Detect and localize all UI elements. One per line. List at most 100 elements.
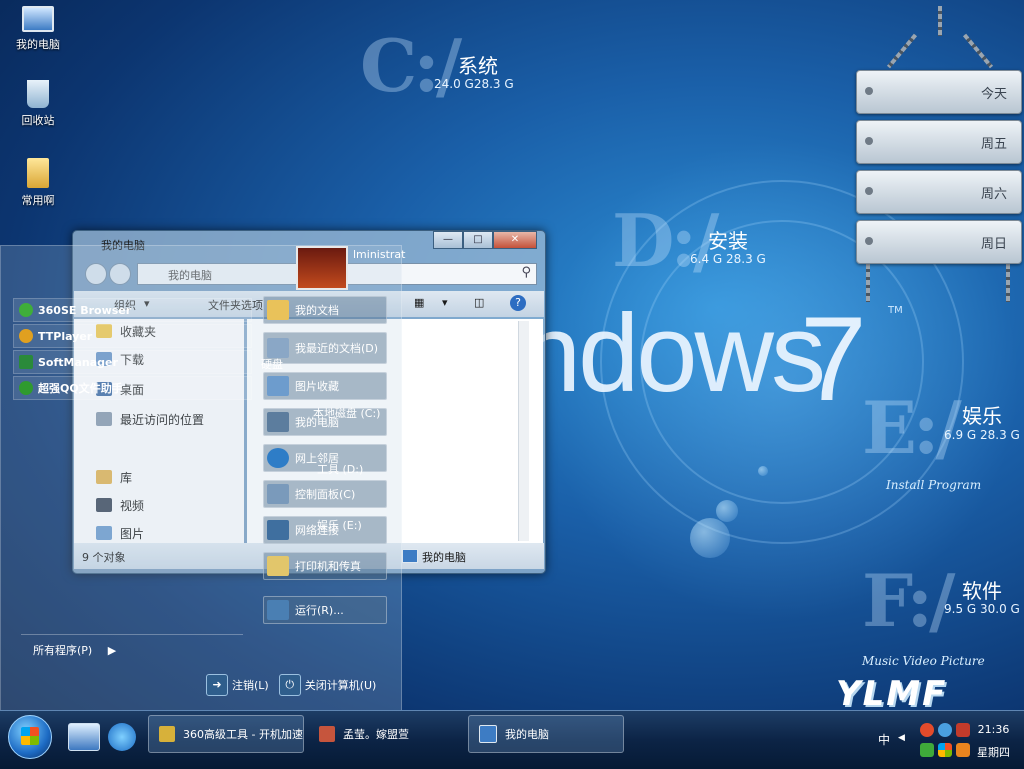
folder-icon [27,158,49,188]
calendar-label: 今天 [980,87,1007,102]
preview-pane-icon[interactable]: ◫ [474,296,484,309]
user-name: lministrat [353,248,406,261]
program-ttplayer[interactable]: TTPlayer [13,324,252,348]
shutdown-button[interactable]: ⏻ 关闭计算机(U) [278,674,376,696]
clock[interactable]: 21:36 星期四 [977,723,1010,760]
program-qq-file-helper[interactable]: 超强QQ文件助手 [13,376,252,400]
screw-icon [865,187,873,195]
hard-disk-header: 硬盘 [261,358,283,371]
run-item[interactable]: 运行(R)... [263,596,387,624]
screw-icon [865,137,873,145]
drive-c-name: 系统 [458,54,498,78]
taskbar-button-my-computer[interactable]: 我的电脑 [468,715,624,753]
power-icon: ⏻ [278,674,301,696]
drive-e-entry[interactable]: 娱乐 (E:) [317,517,362,533]
program-360se[interactable]: 360SE Browser [13,298,252,322]
vertical-scrollbar[interactable] [518,321,529,541]
windows-logo-icon [21,727,39,745]
logoff-button[interactable]: ➜ 注销(L) [206,674,269,696]
taskbar-button-chat[interactable]: 孟莹。嫁盟萱 [308,715,464,753]
view-dropdown-icon[interactable]: ▾ [442,296,448,309]
view-icon[interactable]: ▦ [414,296,424,309]
trademark: TM [888,305,903,316]
show-desktop-icon[interactable] [68,723,100,751]
control-panel-item[interactable]: 控制面板(C) [263,480,387,508]
drive-c-entry[interactable]: 本地磁盘 (C:) [313,405,380,421]
calendar-label: 周六 [980,187,1007,202]
network-icon [267,520,289,540]
windows7-wordmark: ndows [520,292,826,415]
qq-icon[interactable] [920,723,934,737]
drive-c-glyph: C:/ [360,23,462,108]
pinned-programs: 360SE Browser TTPlayer SoftManager 超强QQ文… [7,296,252,402]
calendar-label: 周日 [980,237,1007,252]
divider [21,634,243,635]
screw-icon [865,237,873,245]
tree-icon [19,381,33,395]
user-avatar[interactable] [296,246,348,290]
internet-explorer-icon[interactable] [108,723,136,751]
printer-icon [267,556,289,576]
360-shield-icon[interactable] [920,743,934,757]
windows-flag-icon[interactable] [938,743,952,757]
calendar-today: 今天 [856,70,1022,114]
power-row: ➜ 注销(L) ⏻ 关闭计算机(U) [206,674,376,696]
search-icon: ⚲ [521,265,531,280]
recent-documents-icon [267,338,289,358]
calendar-friday: 周五 [856,120,1022,164]
pictures-icon [267,376,289,396]
help-icon[interactable]: ? [510,295,526,311]
drive-d-glyph: D:/ [612,198,719,283]
install-caption: Install Program [886,478,982,492]
shield-icon [159,726,175,742]
drive-f[interactable]: F:/ 软件 9.5 G 30.0 G [862,565,1024,655]
control-panel-icon [267,484,289,504]
drive-d[interactable]: D:/ 安装 6.4 G 28.3 G [612,205,782,295]
calendar-sunday: 周日 [856,220,1022,264]
drive-e[interactable]: E:/ 娱乐 6.9 G 28.3 G [862,392,1024,482]
wallpaper-bubble [758,466,768,476]
taskbar-button-360[interactable]: 360高级工具 - 开机加速 [148,715,304,753]
close-button[interactable]: ✕ [493,231,537,249]
ime-indicator[interactable]: 中 [878,731,890,748]
windows7-seven: 7 [800,292,867,426]
my-pictures-item[interactable]: 图片收藏 [263,372,387,400]
drive-f-size: 9.5 G 30.0 G [944,602,1020,616]
desktop-icon-my-computer[interactable]: 我的电脑 [0,2,76,52]
all-programs-button[interactable]: 所有程序(P) ▶ [33,642,116,658]
input-method-icon[interactable] [956,743,970,757]
drive-f-name: 软件 [962,579,1002,603]
desktop-icon-folder[interactable]: 常用啊 [0,158,76,208]
globe-icon [267,448,289,468]
water-drop-icon[interactable] [938,723,952,737]
antivirus-icon[interactable] [956,723,970,737]
ttplayer-icon [19,329,33,343]
arrow-right-icon: ▶ [107,644,117,657]
start-button[interactable] [8,715,52,759]
softmanager-icon [19,355,33,369]
drive-d-size: 6.4 G 28.3 G [690,252,766,266]
drive-d-entry[interactable]: 工具 (D:) [317,461,363,477]
wallpaper-bubble [716,500,738,522]
tray-expand-icon[interactable]: ◀ [898,733,905,743]
360se-icon [19,303,33,317]
logoff-icon: ➜ [206,674,228,696]
calendar-saturday: 周六 [856,170,1022,214]
minimize-button[interactable]: — [433,231,463,249]
drive-e-name: 娱乐 [962,404,1002,428]
users-icon [319,726,335,742]
computer-icon [479,725,497,743]
my-documents-item[interactable]: 我的文档 [263,296,387,324]
window-controls: — □ ✕ [433,231,537,249]
run-icon [267,600,289,620]
wallpaper-bubble [690,518,730,558]
computer-icon [402,549,418,563]
clock-time: 21:36 [977,723,1010,736]
program-softmanager[interactable]: SoftManager [13,350,252,374]
maximize-button[interactable]: □ [463,231,493,249]
printers-item[interactable]: 打印机和传真 [263,552,387,580]
desktop-icon-recycle-bin[interactable]: 回收站 [0,80,76,128]
desktop-icon-label: 我的电脑 [16,38,60,51]
music-caption: Music Video Picture [862,654,985,668]
drive-c[interactable]: C:/ 系统 24.0 G28.3 G [360,30,530,120]
